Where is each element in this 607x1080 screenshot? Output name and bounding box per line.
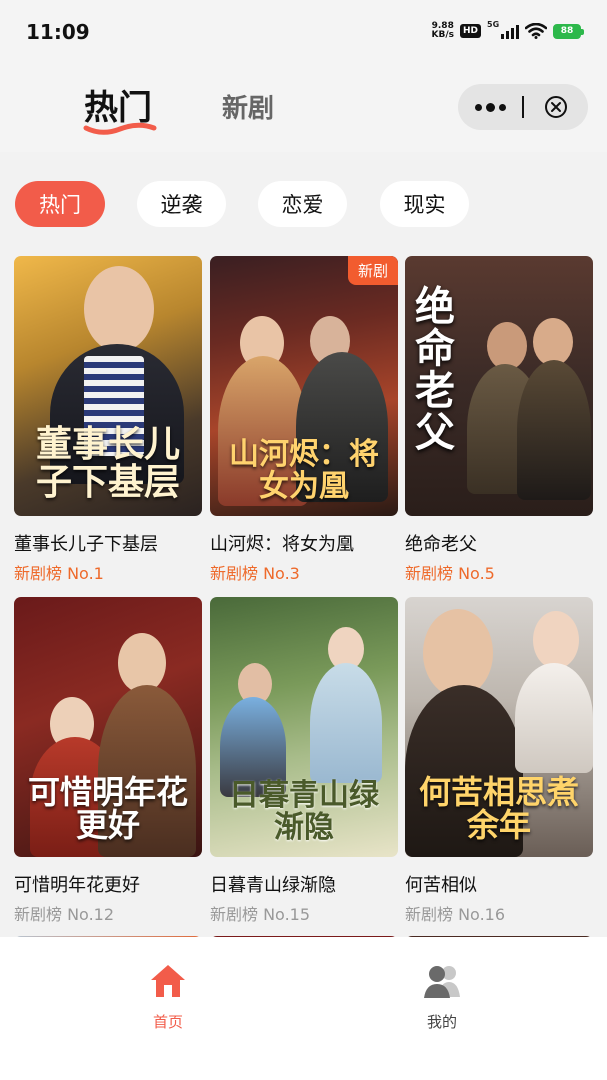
drama-card[interactable]: 董事长儿子下基层 董事长儿子下基层 新剧榜 No.1 — [14, 256, 202, 584]
drama-poster[interactable]: 董事长儿子下基层 — [14, 256, 202, 516]
poster-title: 绝命老父 — [415, 283, 455, 456]
circle-close-icon[interactable] — [524, 84, 588, 130]
drama-poster[interactable]: 何苦相思煮余年 — [405, 597, 593, 857]
active-tab-indicator — [83, 122, 157, 135]
drama-rank: 新剧榜 No.5 — [405, 564, 495, 583]
drama-title: 日暮青山绿渐隐 — [210, 875, 336, 896]
drama-card[interactable]: 山河烬：将女为凰 新剧 山河烬：将女为凰 新剧榜 No.3 — [210, 256, 398, 584]
drama-card[interactable]: 可惜明年花更好 可惜明年花更好 新剧榜 No.12 — [14, 597, 202, 925]
status-time: 11:09 — [26, 20, 90, 44]
drama-rank: 新剧榜 No.12 — [14, 905, 115, 924]
category-chip-hot[interactable]: 热门 — [15, 181, 105, 227]
more-dots-icon[interactable] — [458, 84, 522, 130]
category-chip-romance[interactable]: 恋爱 — [258, 181, 347, 227]
status-bar: 11:09 9.88 KB/s HD 5G 88 — [0, 0, 607, 62]
drama-rank: 新剧榜 No.15 — [210, 905, 311, 924]
drama-title: 绝命老父 — [405, 534, 477, 555]
home-icon — [151, 965, 185, 997]
bottom-tab-bar: 首页 我的 — [0, 937, 607, 1080]
user-group-icon — [424, 966, 460, 998]
cellular-signal-icon: 5G — [487, 20, 519, 39]
status-icons: 9.88 KB/s HD 5G 88 — [431, 20, 584, 40]
tab-label: 我的 — [426, 1013, 457, 1031]
drama-title: 董事长儿子下基层 — [14, 534, 158, 555]
battery-icon: 88 — [553, 23, 584, 39]
wifi-icon — [525, 23, 547, 39]
drama-poster[interactable]: 绝命老父 — [405, 256, 593, 516]
poster-title: 董事长儿子下基层 — [35, 423, 180, 504]
poster-title: 山河烬：将女为凰 — [229, 437, 379, 504]
drama-rank: 新剧榜 No.16 — [405, 905, 506, 924]
drama-rank: 新剧榜 No.3 — [210, 564, 300, 583]
network-speed: 9.88 KB/s — [431, 21, 454, 40]
top-header: 热门 新剧 — [0, 62, 607, 152]
tab-label: 首页 — [152, 1013, 183, 1031]
drama-rank: 新剧榜 No.1 — [14, 564, 104, 583]
drama-card[interactable]: 绝命老父 绝命老父 新剧榜 No.5 — [405, 256, 593, 584]
tab-mine[interactable]: 我的 — [382, 963, 502, 1032]
drama-poster[interactable]: 山河烬：将女为凰 新剧 — [210, 256, 398, 516]
poster-title: 可惜明年花更好 — [27, 772, 188, 845]
poster-title: 何苦相思煮余年 — [418, 772, 579, 845]
category-chip-comeback[interactable]: 逆袭 — [137, 181, 226, 227]
drama-card[interactable]: 何苦相思煮余年 何苦相似 新剧榜 No.16 — [405, 597, 593, 925]
drama-card[interactable]: 日暮青山绿渐隐 日暮青山绿渐隐 新剧榜 No.15 — [210, 597, 398, 925]
drama-poster[interactable]: 日暮青山绿渐隐 — [210, 597, 398, 857]
category-chip-reality[interactable]: 现实 — [380, 181, 469, 227]
drama-title: 山河烬：将女为凰 — [210, 534, 354, 555]
tab-new-drama[interactable]: 新剧 — [222, 88, 274, 125]
drama-title: 可惜明年花更好 — [14, 875, 140, 896]
drama-title: 何苦相似 — [405, 875, 477, 896]
drama-poster[interactable]: 可惜明年花更好 — [14, 597, 202, 857]
tab-home[interactable]: 首页 — [108, 963, 228, 1032]
mini-program-capsule — [458, 84, 588, 130]
poster-title: 日暮青山绿渐隐 — [229, 778, 379, 845]
new-badge: 新剧 — [347, 256, 398, 285]
hd-badge: HD — [459, 24, 481, 38]
